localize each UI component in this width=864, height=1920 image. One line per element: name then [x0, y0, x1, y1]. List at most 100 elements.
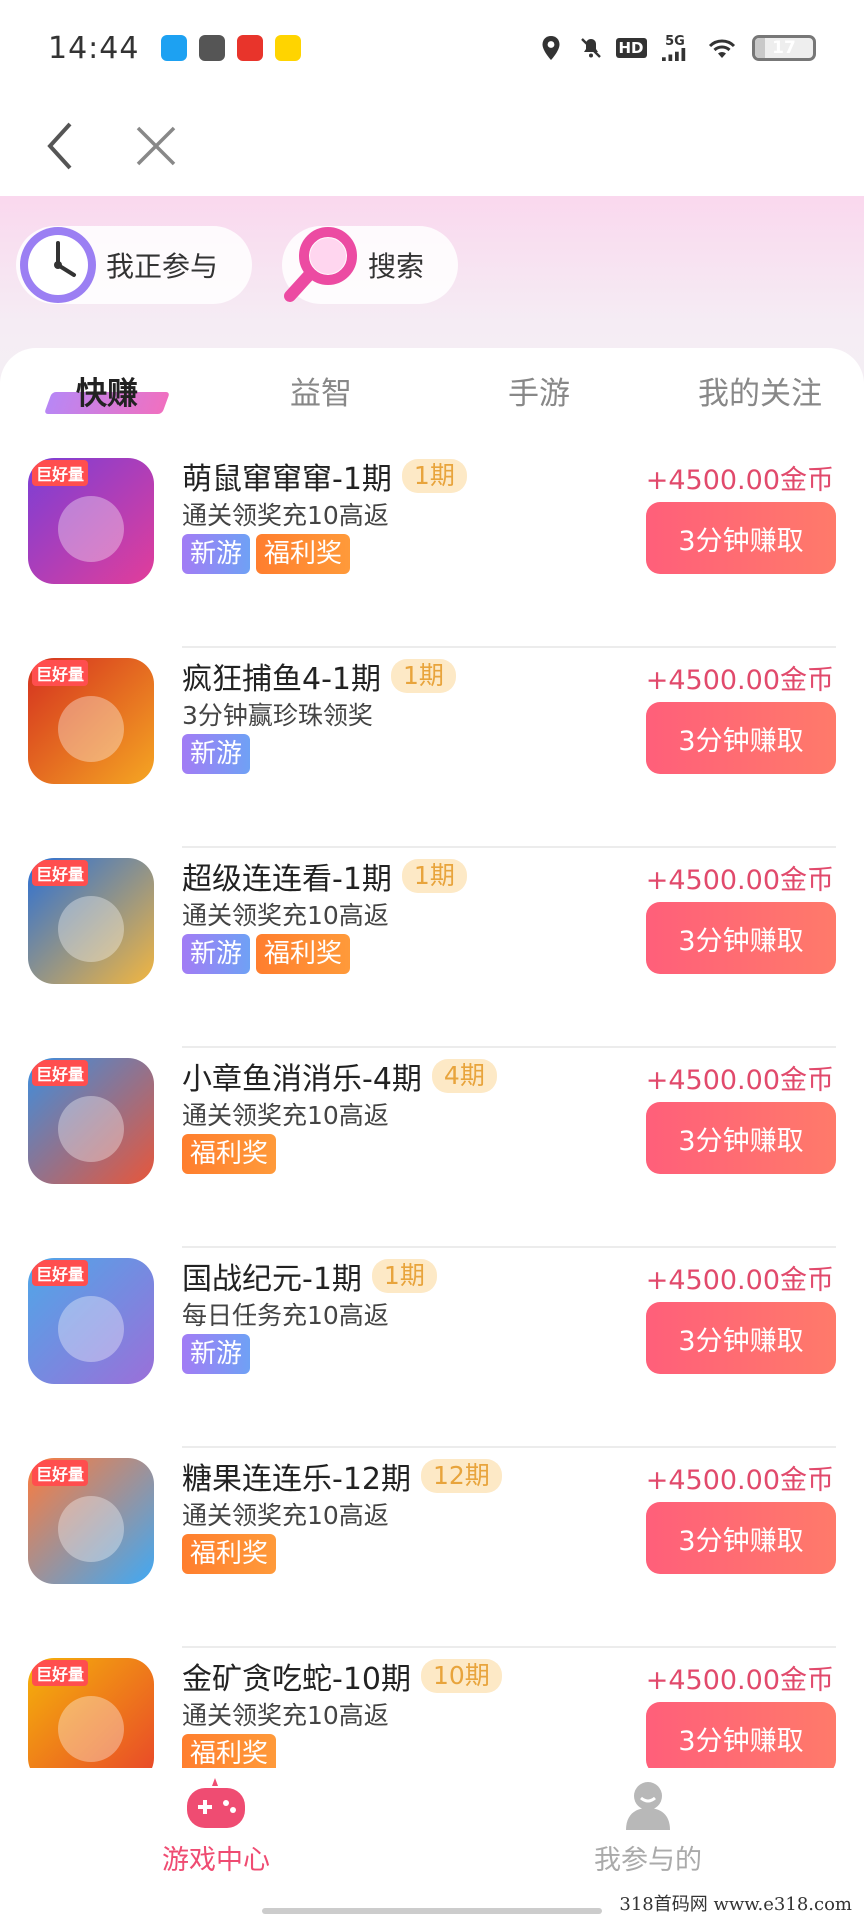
- welfare-badge: 福利奖: [182, 1134, 277, 1174]
- close-button[interactable]: [124, 114, 188, 178]
- period-badge: 1期: [391, 659, 456, 693]
- game-description: 通关领奖充10高返: [182, 1101, 389, 1130]
- game-mascot-icon: [58, 1496, 124, 1562]
- status-bar: 14:44 HD 5G 17: [0, 0, 864, 96]
- tab-my-follows[interactable]: 我的关注: [698, 368, 822, 413]
- status-time: 14:44: [48, 30, 140, 66]
- game-row[interactable]: 巨好量 疯狂捕鱼4-1期 1期 3分钟赢珍珠领奖 新游 +4500.00金币 3分钟赚取: [0, 648, 864, 848]
- close-icon: [136, 126, 176, 166]
- bottom-tab-my-participation[interactable]: 我参与的: [548, 1776, 748, 1877]
- game-mascot-icon: [58, 496, 124, 562]
- wifi-icon: [706, 35, 738, 61]
- tab-quick-earn[interactable]: 快赚: [76, 368, 138, 413]
- game-title: 萌鼠窜窜窜-1期: [182, 462, 392, 497]
- location-icon: [538, 35, 564, 61]
- bottom-tab-label: 游戏中心: [162, 1845, 270, 1876]
- search-label: 搜索: [368, 250, 425, 283]
- game-row[interactable]: 巨好量 糖果连连乐-12期 12期 通关领奖充10高返 福利奖 +4500.00金币 3分钟…: [0, 1448, 864, 1648]
- game-mascot-icon: [58, 1296, 124, 1362]
- game-icon[interactable]: 巨好量: [28, 858, 154, 984]
- game-title: 超级连连看-1期: [182, 862, 392, 897]
- game-title: 糖果连连乐-12期: [182, 1462, 411, 1497]
- welfare-badge: 福利奖: [182, 1534, 277, 1574]
- game-title: 金矿贪吃蛇-10期: [182, 1662, 411, 1697]
- bottom-tab-game-center[interactable]: 游戏中心: [116, 1776, 316, 1877]
- game-row[interactable]: 巨好量 国战纪元-1期 1期 每日任务充10高返 新游 +4500.00金币 3分钟赚取: [0, 1248, 864, 1448]
- new-game-badge: 新游: [182, 934, 251, 974]
- game-row[interactable]: 巨好量 小章鱼消消乐-4期 4期 通关领奖充10高返 福利奖 +4500.00金币 3分钟赚…: [0, 1048, 864, 1248]
- clock-icon: [16, 223, 100, 307]
- game-icon[interactable]: 巨好量: [28, 1658, 154, 1784]
- participating-label: 我正参与: [106, 250, 219, 283]
- earn-button[interactable]: 3分钟赚取: [646, 1102, 836, 1174]
- meituan-icon: [275, 35, 302, 61]
- game-badges: 福利奖: [182, 1134, 277, 1174]
- content-card: 快赚 益智 手游 我的关注 巨好量 萌鼠窜窜窜-1期 1期 通关领奖充10高返 新游 福利…: [0, 348, 864, 1848]
- icon-tag: 巨好量: [32, 860, 89, 886]
- game-title-line: 国战纪元-1期 1期: [182, 1254, 437, 1298]
- welfare-badge: 福利奖: [256, 534, 351, 574]
- participating-button[interactable]: 我正参与: [16, 226, 252, 304]
- game-title: 小章鱼消消乐-4期: [182, 1062, 422, 1097]
- reward-amount: +4500.00金币: [645, 865, 834, 896]
- reward-amount: +4500.00金币: [645, 665, 834, 696]
- game-mascot-icon: [58, 896, 124, 962]
- period-badge: 1期: [371, 1259, 437, 1293]
- game-mascot-icon: [58, 696, 124, 762]
- earn-button[interactable]: 3分钟赚取: [646, 702, 836, 774]
- reward-amount: +4500.00金币: [645, 1465, 834, 1496]
- game-badges: 新游 福利奖: [182, 534, 351, 574]
- battery-level: 17: [772, 38, 796, 58]
- icon-tag: 巨好量: [32, 660, 89, 686]
- game-title-line: 疯狂捕鱼4-1期 1期: [182, 654, 456, 698]
- wechat-icon: [199, 35, 226, 61]
- bottom-tab-bar: 游戏中心 我参与的 318首码网 www.e318.com: [0, 1768, 864, 1920]
- game-row[interactable]: 巨好量 萌鼠窜窜窜-1期 1期通关领奖充10高返新游 福利奖 +4500.00金币 3分钟…: [0, 448, 864, 648]
- earn-button[interactable]: 3分钟赚取: [646, 1302, 836, 1374]
- game-row[interactable]: 巨好量 超级连连看-1期 1期 通关领奖充10高返新游 福利奖 +4500.00金币 3分钟…: [0, 848, 864, 1048]
- search-icon: [278, 222, 364, 308]
- game-icon[interactable]: 巨好量: [28, 458, 154, 584]
- battery-indicator: 17: [752, 35, 816, 61]
- game-icon[interactable]: 巨好量: [28, 1058, 154, 1184]
- welfare-badge: 福利奖: [256, 934, 351, 974]
- tab-mobile-games[interactable]: 手游: [508, 368, 570, 413]
- icon-tag: 巨好量: [32, 1660, 89, 1686]
- home-indicator[interactable]: [262, 1908, 602, 1914]
- period-badge: 4期: [431, 1059, 497, 1093]
- reward-amount: +4500.00金币: [645, 1265, 834, 1296]
- game-description: 通关领奖充10高返: [182, 501, 389, 530]
- game-description: 通关领奖充10高返: [182, 901, 389, 930]
- period-badge: 1期: [401, 859, 467, 893]
- qq-icon: [161, 35, 188, 61]
- hd-icon: HD: [615, 35, 647, 61]
- game-title: 国战纪元-1期: [182, 1262, 362, 1297]
- game-icon[interactable]: 巨好量: [28, 1458, 154, 1584]
- game-mascot-icon: [58, 1096, 124, 1162]
- icon-tag: 巨好量: [32, 1060, 89, 1086]
- user-icon: [626, 1782, 670, 1830]
- game-badges: 新游: [182, 1334, 251, 1374]
- cellular-5g-icon: 5G: [658, 35, 692, 61]
- game-title-line: 超级连连看-1期 1期: [182, 854, 467, 898]
- icon-tag: 巨好量: [32, 460, 89, 486]
- search-button[interactable]: 搜索: [282, 226, 458, 304]
- game-icon[interactable]: 巨好量: [28, 1258, 154, 1384]
- earn-button[interactable]: 3分钟赚取: [646, 1702, 836, 1774]
- chevron-left-icon: [47, 122, 72, 170]
- game-badges: 福利奖: [182, 1534, 277, 1574]
- game-title: 疯狂捕鱼4-1期: [182, 662, 381, 697]
- nav-bar: [0, 96, 864, 196]
- game-badges: 新游 福利奖: [182, 934, 351, 974]
- game-icon[interactable]: 巨好量: [28, 658, 154, 784]
- pdd-icon: [237, 35, 264, 61]
- earn-button[interactable]: 3分钟赚取: [646, 902, 836, 974]
- icon-tag: 巨好量: [32, 1260, 89, 1286]
- game-title-line: 萌鼠窜窜窜-1期 1期: [182, 454, 467, 498]
- tab-puzzle[interactable]: 益智: [290, 368, 352, 413]
- earn-button[interactable]: 3分钟赚取: [646, 1502, 836, 1574]
- new-game-badge: 新游: [182, 1334, 251, 1374]
- earn-button[interactable]: 3分钟赚取: [646, 502, 836, 574]
- reward-amount: +4500.00金币: [645, 465, 834, 496]
- back-button[interactable]: [30, 114, 94, 178]
